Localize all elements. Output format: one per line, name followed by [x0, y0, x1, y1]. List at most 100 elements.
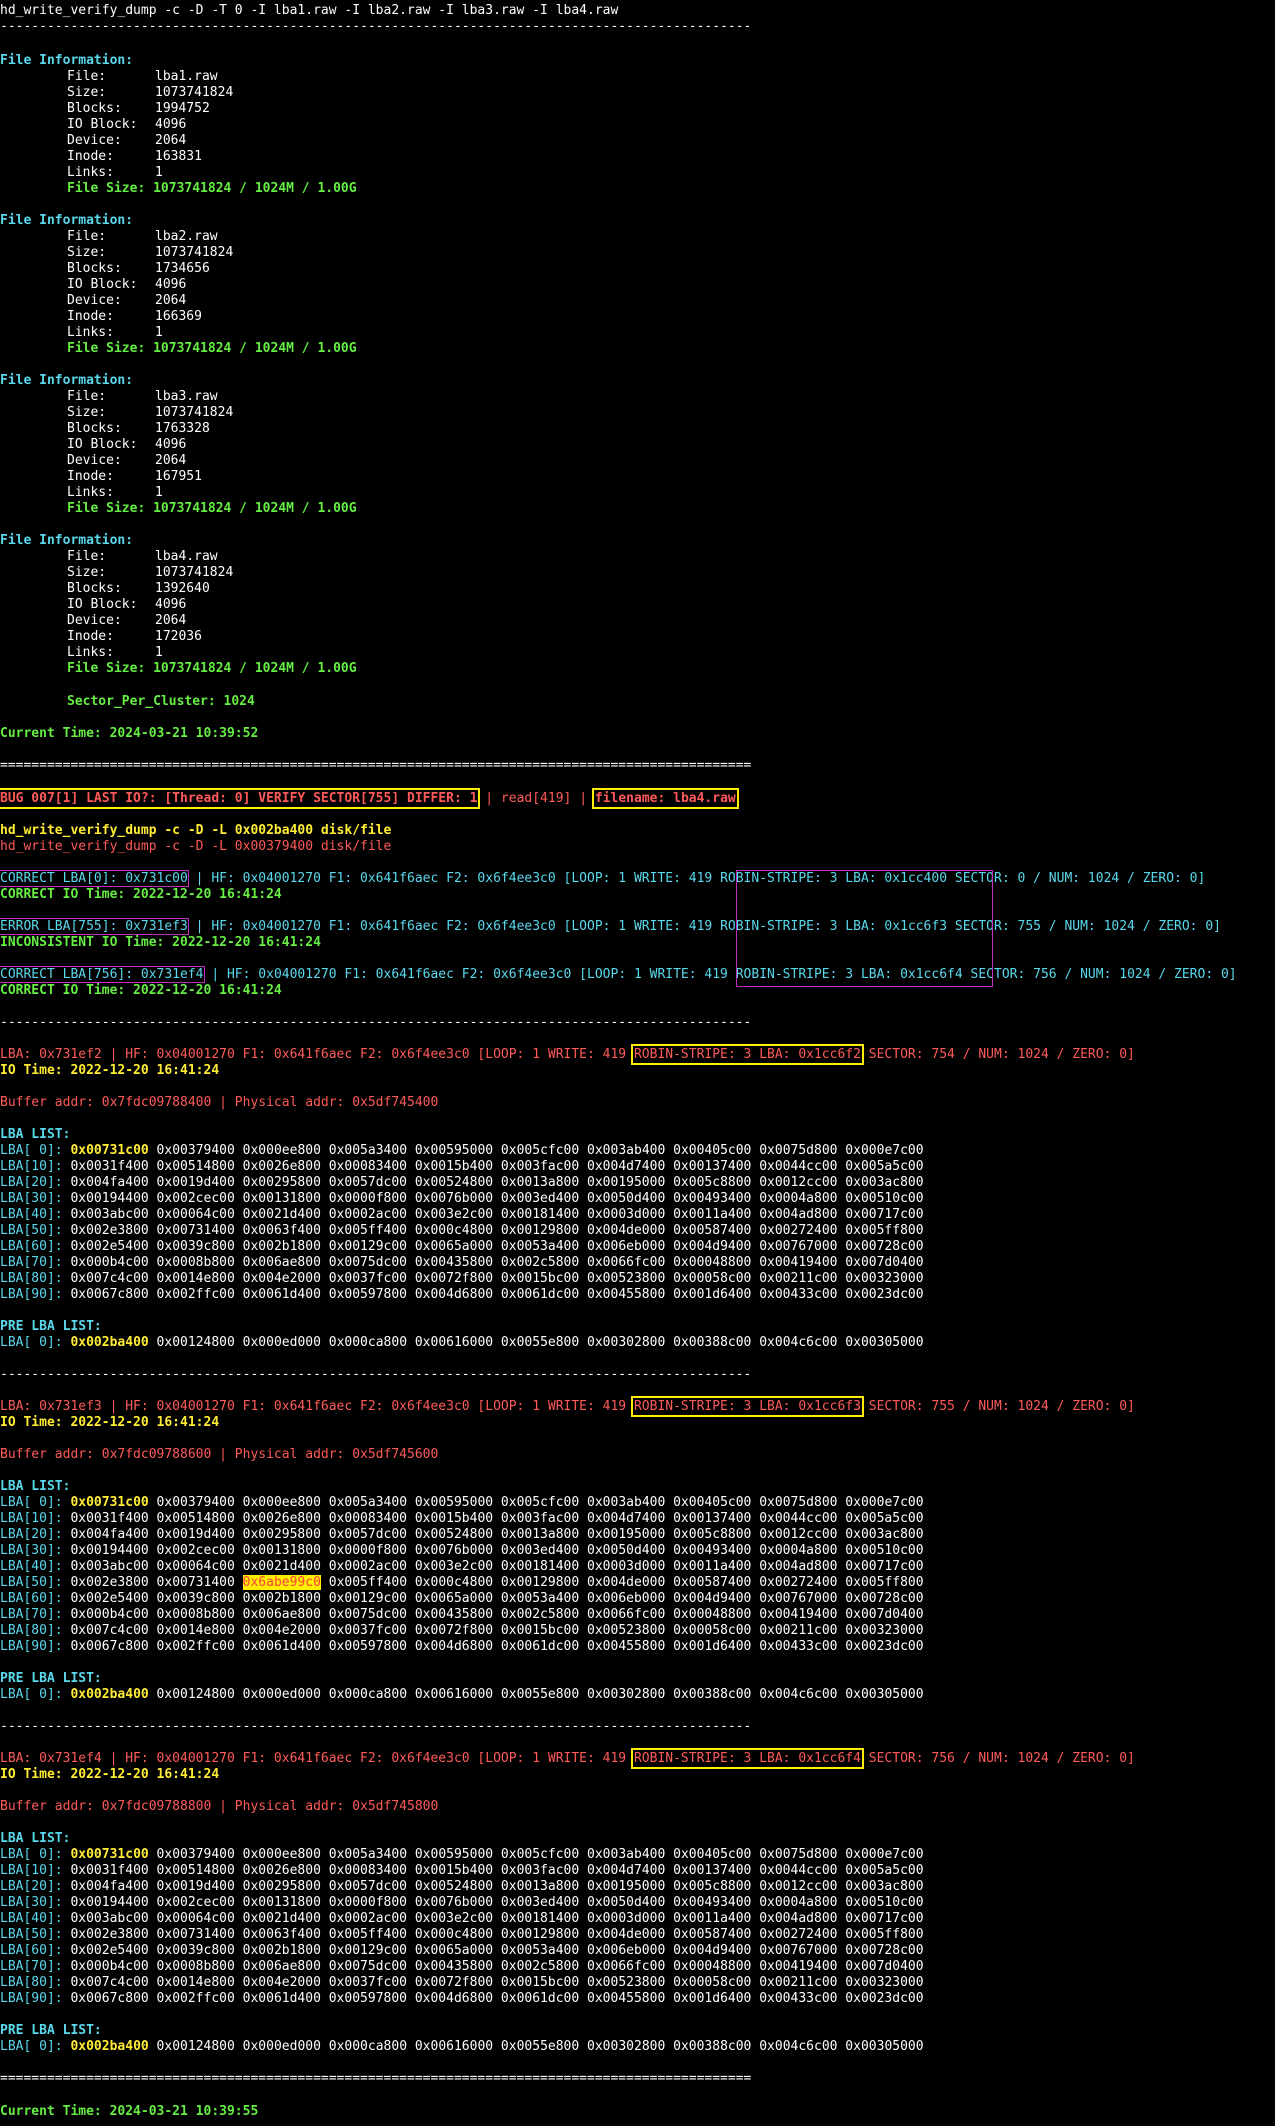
lba-first-value: 0x00731c00: [70, 1495, 149, 1510]
lba-row-label: LBA[50]:: [0, 1927, 71, 1942]
field-value: 1: [155, 485, 163, 500]
file-field-row: Blocks: 1392640: [0, 581, 210, 597]
field-key: IO Block:: [67, 277, 138, 292]
file-info-header: File Information:: [0, 373, 134, 388]
io-time: CORRECT IO Time: 2022-12-20 16:41:24: [0, 887, 282, 902]
file-field-row: File: lba4.raw: [0, 549, 218, 565]
lba-row-values: 0x0067c800 0x002ffc00 0x0061d400 0x00597…: [70, 1639, 924, 1654]
lba-row-label: LBA[30]:: [0, 1543, 71, 1558]
lba-row-values: 0x005ff400 0x000c4800 0x00129800 0x004de…: [320, 1575, 924, 1590]
lba-list-row: LBA[70]: 0x000b4c00 0x0008b800 0x006ae80…: [0, 1959, 924, 1975]
buffer-row: Buffer addr: 0x7fdc09788800 | Physical a…: [0, 1799, 438, 1815]
lba-list-row: LBA[ 0]: 0x00731c00 0x00379400 0x000ee80…: [0, 1847, 924, 1863]
lba-first-value: 0x00731c00: [70, 1143, 149, 1158]
file-field-row: Links: 1: [0, 165, 163, 181]
dump-command-1: hd_write_verify_dump -c -D -L 0x002ba400…: [0, 823, 392, 838]
file-field-row: Links: 1: [0, 485, 163, 501]
lba-tag: CORRECT LBA[756]: 0x731ef4: [0, 966, 205, 983]
buffer-address: Buffer addr: 0x7fdc09788800 | Physical a…: [0, 1799, 439, 1814]
io-time-row: IO Time: 2022-12-20 16:41:24: [0, 1767, 219, 1783]
lba-row-label: LBA[70]:: [0, 1959, 71, 1974]
field-key: Inode:: [67, 469, 114, 484]
pre-lba-row: LBA[ 0]: 0x002ba400 0x00124800 0x000ed00…: [0, 2039, 924, 2055]
lba-list-row: LBA[40]: 0x003abc00 0x00064c00 0x0021d40…: [0, 1207, 924, 1223]
lba-list-row: LBA[30]: 0x00194400 0x002cec00 0x0013180…: [0, 1895, 924, 1911]
file-field-row: Size: 1073741824: [0, 405, 233, 421]
field-key: File:: [67, 229, 107, 244]
detail-robin-stripe: ROBIN-STRIPE: 3 LBA: 0x1cc6f2: [630, 1044, 864, 1065]
lba-row-values: 0x002e5400 0x0039c800 0x002b1800 0x00129…: [70, 1591, 924, 1606]
lba-list-row: LBA[90]: 0x0067c800 0x002ffc00 0x0061d40…: [0, 1287, 924, 1303]
lba-row-values: 0x00379400 0x000ee800 0x005a3400 0x00595…: [148, 1495, 924, 1510]
lba-row-label: LBA[90]:: [0, 1639, 71, 1654]
lba-row-label: LBA[80]:: [0, 1271, 71, 1286]
terminal-window[interactable]: hd_write_verify_dump -c -D -T 0 -I lba1.…: [0, 0, 1275, 2126]
file-field-row: Inode: 166369: [0, 309, 202, 325]
lba-header-info: | HF: 0x04001270 F1: 0x641f6aec F2: 0x6f…: [187, 919, 721, 934]
field-key: File:: [67, 69, 107, 84]
pre-lba-header: PRE LBA LIST:: [0, 1319, 102, 1335]
lba-row-values: 0x004fa400 0x0019d400 0x00295800 0x0057d…: [70, 1527, 924, 1542]
lba-list-row: LBA[70]: 0x000b4c00 0x0008b800 0x006ae80…: [0, 1255, 924, 1271]
file-field-row: Inode: 163831: [0, 149, 202, 165]
lba-row-values: 0x002e3800 0x00731400: [70, 1575, 243, 1590]
lba-list-row: LBA[90]: 0x0067c800 0x002ffc00 0x0061d40…: [0, 1991, 924, 2007]
lba-row-label: LBA[20]:: [0, 1175, 71, 1190]
file-size-row: File Size: 1073741824 / 1024M / 1.00G: [0, 181, 357, 197]
lba-row-values: 0x00124800 0x000ed000 0x000ca800 0x00616…: [148, 2039, 924, 2054]
file-size: File Size: 1073741824 / 1024M / 1.00G: [67, 501, 357, 516]
field-value: 2064: [155, 133, 187, 148]
file-field-row: File: lba2.raw: [0, 229, 218, 245]
field-value: lba3.raw: [155, 389, 218, 404]
file-size-row: File Size: 1073741824 / 1024M / 1.00G: [0, 661, 357, 677]
pre-lba-row: LBA[ 0]: 0x002ba400 0x00124800 0x000ed00…: [0, 1335, 924, 1351]
io-time-row: INCONSISTENT IO Time: 2022-12-20 16:41:2…: [0, 935, 321, 951]
current-time: Current Time: 2024-03-21 10:39:52: [0, 726, 259, 741]
lba-row-values: 0x003abc00 0x00064c00 0x0021d400 0x0002a…: [70, 1207, 924, 1222]
lba-row-values: 0x0031f400 0x00514800 0x0026e800 0x00083…: [70, 1863, 924, 1878]
separator: ========================================…: [0, 2071, 752, 2086]
lba-row-values: 0x003abc00 0x00064c00 0x0021d400 0x0002a…: [70, 1559, 924, 1574]
lba-list-header: LBA LIST:: [0, 1831, 70, 1847]
lba-row-label: LBA[60]:: [0, 1943, 71, 1958]
field-key: Links:: [67, 645, 114, 660]
io-time-row: IO Time: 2022-12-20 16:41:24: [0, 1415, 219, 1431]
lba-list-row: LBA[80]: 0x007c4c00 0x0014e800 0x004e200…: [0, 1975, 924, 1991]
lba-row-label: LBA[40]:: [0, 1911, 71, 1926]
lba-list-row: LBA[10]: 0x0031f400 0x00514800 0x0026e80…: [0, 1159, 924, 1175]
lba-first-value: 0x002ba400: [70, 1687, 149, 1702]
separator: ========================================…: [0, 2071, 751, 2087]
lba-row-label: LBA[50]:: [0, 1223, 71, 1238]
field-key: Device:: [67, 133, 122, 148]
file-info-header: File Information:: [0, 213, 134, 228]
detail-sector-info: SECTOR: 755 / NUM: 1024 / ZERO: 0]: [860, 1399, 1135, 1414]
lba-row-label: LBA[ 0]:: [0, 1143, 71, 1158]
field-value: 1073741824: [155, 565, 234, 580]
bug-summary: BUG 007[1] LAST IO?: [Thread: 0] VERIFY …: [0, 788, 481, 809]
field-value: 1734656: [155, 261, 210, 276]
lba-list-row: LBA[50]: 0x002e3800 0x00731400 0x0063f40…: [0, 1927, 924, 1943]
field-key: Links:: [67, 165, 114, 180]
io-time: IO Time: 2022-12-20 16:41:24: [0, 1415, 220, 1430]
lba-list-header: LBA LIST:: [0, 1479, 71, 1494]
lba-header-info: | HF: 0x04001270 F1: 0x641f6aec F2: 0x6f…: [203, 967, 736, 982]
separator-pipe: |: [477, 791, 501, 806]
lba-list-header: LBA LIST:: [0, 1831, 71, 1846]
detail-lba-info: LBA: 0x731ef4 | HF: 0x04001270 F1: 0x641…: [0, 1751, 634, 1766]
lba-list-row: LBA[20]: 0x004fa400 0x0019d400 0x0029580…: [0, 1879, 924, 1895]
pre-lba-header: PRE LBA LIST:: [0, 2023, 102, 2038]
lba-first-value: 0x00731c00: [70, 1847, 149, 1862]
field-key: Links:: [67, 485, 114, 500]
lba-row-label: LBA[10]:: [0, 1159, 71, 1174]
lba-list-row: LBA[30]: 0x00194400 0x002cec00 0x0013180…: [0, 1191, 924, 1207]
field-value: 1: [155, 165, 163, 180]
file-field-row: Size: 1073741824: [0, 85, 233, 101]
lba-row-label: LBA[ 0]:: [0, 2039, 71, 2054]
detail-header-row: LBA: 0x731ef3 | HF: 0x04001270 F1: 0x641…: [0, 1396, 1135, 1417]
bug-filename: filename: lba4.raw: [591, 788, 739, 809]
buffer-address: Buffer addr: 0x7fdc09788400 | Physical a…: [0, 1095, 439, 1110]
file-field-row: Links: 1: [0, 645, 163, 661]
file-info-header: File Information:: [0, 53, 133, 69]
detail-sector-info: SECTOR: 754 / NUM: 1024 / ZERO: 0]: [860, 1047, 1135, 1062]
file-field-row: Device: 2064: [0, 133, 186, 149]
